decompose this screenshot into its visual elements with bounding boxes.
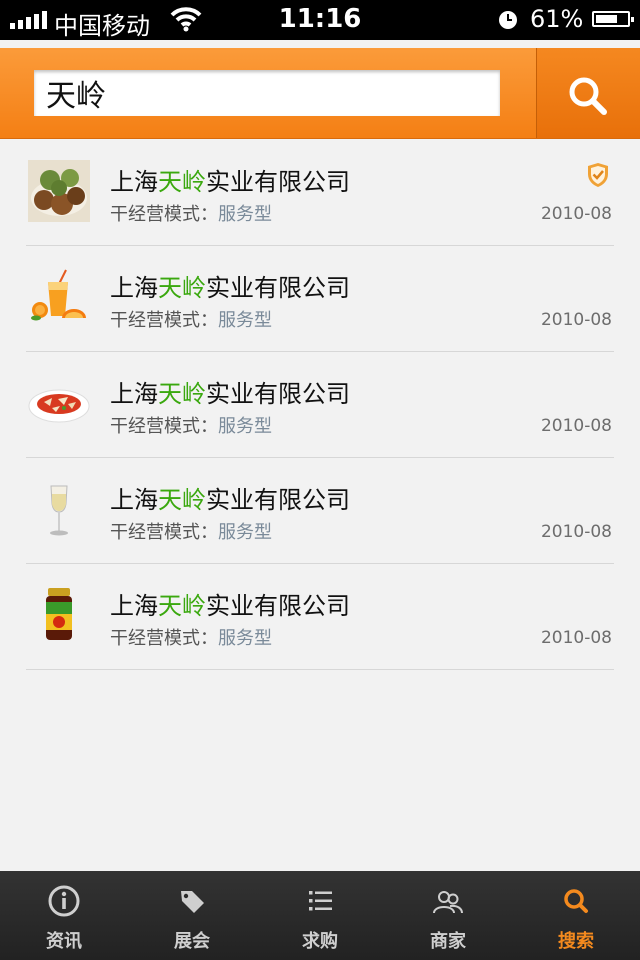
company-name: 上海天岭实业有限公司 xyxy=(110,274,350,302)
tab-label: 搜索 xyxy=(558,931,594,952)
company-name: 上海天岭实业有限公司 xyxy=(110,592,350,620)
search-input[interactable] xyxy=(34,70,500,116)
list-item[interactable]: 上海天岭实业有限公司 干经营模式：服务型 2010-08 xyxy=(26,564,614,670)
list-item[interactable]: 上海天岭实业有限公司 干经营模式：服务型 2010-08 xyxy=(26,246,614,352)
business-mode: 干经营模式：服务型 xyxy=(110,416,272,437)
info-icon xyxy=(48,885,80,917)
tag-icon xyxy=(181,891,204,913)
tab-bar: 资讯 展会 求购 商家 搜索 xyxy=(0,871,640,960)
battery-icon xyxy=(592,11,634,27)
search-term-highlight: 天岭 xyxy=(158,592,206,620)
orange-juice-thumbnail xyxy=(31,269,86,321)
search-icon xyxy=(564,889,588,913)
company-name: 上海天岭实业有限公司 xyxy=(110,486,350,514)
search-term-highlight: 天岭 xyxy=(158,486,206,514)
listing-date: 2010-08 xyxy=(540,628,612,648)
listing-date: 2010-08 xyxy=(540,522,612,542)
tab-search[interactable]: 搜索 xyxy=(512,871,640,960)
tab-merchants[interactable]: 商家 xyxy=(384,871,512,960)
tab-news[interactable]: 资讯 xyxy=(0,871,128,960)
business-mode: 干经营模式：服务型 xyxy=(110,204,272,225)
tab-exhibitions[interactable]: 展会 xyxy=(128,871,256,960)
spicy-dish-thumbnail xyxy=(28,389,90,423)
wine-glass-thumbnail xyxy=(50,485,68,536)
search-icon xyxy=(569,77,607,115)
battery-percent: 61% xyxy=(530,5,584,33)
result-list: 上海天岭实业有限公司 干经营模式：服务型 2010-08 上海天岭实业有限公司 … xyxy=(0,140,640,670)
tab-purchase[interactable]: 求购 xyxy=(256,871,384,960)
status-bar: 中国移动 11:16 61% xyxy=(0,0,640,40)
search-button[interactable] xyxy=(536,48,640,138)
tab-label: 商家 xyxy=(430,931,466,952)
listing-date: 2010-08 xyxy=(540,204,612,224)
business-mode: 干经营模式：服务型 xyxy=(110,310,272,331)
listing-date: 2010-08 xyxy=(540,310,612,330)
company-name: 上海天岭实业有限公司 xyxy=(110,380,350,408)
list-item[interactable]: 上海天岭实业有限公司 干经营模式：服务型 2010-08 xyxy=(26,458,614,564)
search-header xyxy=(0,48,640,139)
search-term-highlight: 天岭 xyxy=(158,380,206,408)
listing-date: 2010-08 xyxy=(540,416,612,436)
tab-label: 展会 xyxy=(174,931,210,952)
sauce-jar-thumbnail xyxy=(46,588,72,640)
alarm-clock-icon xyxy=(498,10,518,34)
company-name: 上海天岭实业有限公司 xyxy=(110,168,350,196)
business-mode: 干经营模式：服务型 xyxy=(110,522,272,543)
verified-shield-icon xyxy=(588,163,608,187)
list-item[interactable]: 上海天岭实业有限公司 干经营模式：服务型 2010-08 xyxy=(26,140,614,246)
tab-label: 资讯 xyxy=(46,931,82,952)
business-mode: 干经营模式：服务型 xyxy=(110,628,272,649)
list-item[interactable]: 上海天岭实业有限公司 干经营模式：服务型 2010-08 xyxy=(26,352,614,458)
walnut-pastries-thumbnail xyxy=(28,160,90,222)
search-term-highlight: 天岭 xyxy=(158,168,206,196)
search-term-highlight: 天岭 xyxy=(158,274,206,302)
tab-label: 求购 xyxy=(302,931,338,952)
users-icon xyxy=(433,891,463,914)
list-icon xyxy=(309,891,332,911)
